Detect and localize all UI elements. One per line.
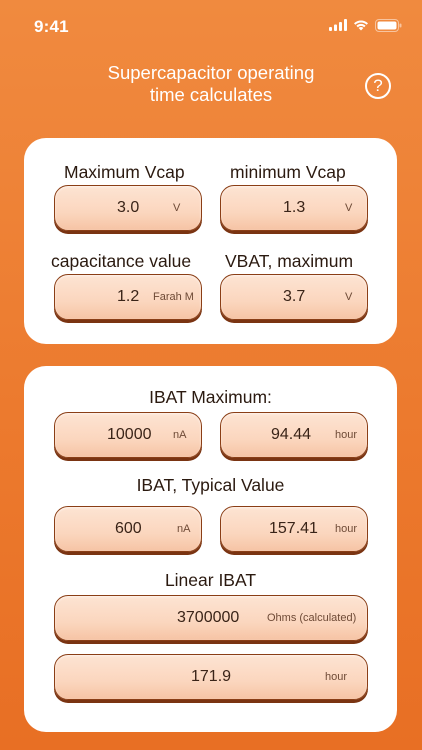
title-line-2: time calculates: [149, 84, 273, 105]
min-vcap-unit: V: [345, 202, 353, 214]
wifi-icon: [354, 20, 368, 31]
vbat-max-label: VBAT, maximum: [225, 251, 354, 271]
ibat-max-label: IBAT Maximum:: [149, 387, 272, 407]
min-vcap-label: minimum Vcap: [230, 162, 346, 182]
ibat-typ-time-unit: hour: [335, 523, 358, 535]
status-time: 9:41: [34, 17, 69, 36]
vbat-max-input[interactable]: 3.7 V: [220, 274, 368, 320]
ibat-max-time-unit: hour: [335, 429, 358, 441]
ibat-max-input[interactable]: 10000 nA: [54, 412, 202, 458]
vbat-max-value: 3.7: [283, 288, 306, 305]
linear-ohms-unit: Ohms (calculated): [267, 612, 357, 624]
max-vcap-input[interactable]: 3.0 V: [54, 185, 202, 231]
min-vcap-value: 1.3: [283, 199, 306, 216]
ibat-typ-input[interactable]: 600 nA: [54, 506, 202, 552]
page-title: Supercapacitor operating time calculates: [60, 62, 362, 106]
ibat-max-time-output: 94.44 hour: [220, 412, 368, 458]
battery-icon: [375, 18, 402, 32]
ibat-typ-time-output: 157.41 hour: [220, 506, 368, 552]
status-bar: 9:41: [0, 0, 422, 54]
ibat-typ-label: IBAT, Typical Value: [136, 475, 285, 495]
ibat-typ-time-value: 157.41: [269, 520, 318, 537]
max-vcap-value: 3.0: [117, 199, 140, 216]
linear-ibat-label: Linear IBAT: [164, 570, 257, 590]
capacitance-unit: Farah M: [153, 291, 194, 303]
capacitance-input[interactable]: 1.2 Farah M: [54, 274, 202, 320]
vbat-max-unit: V: [345, 291, 353, 303]
capacitance-label: capacitance value: [51, 251, 192, 271]
linear-time-value: 171.9: [191, 668, 232, 685]
max-vcap-unit: V: [173, 202, 181, 214]
min-vcap-input[interactable]: 1.3 V: [220, 185, 368, 231]
ibat-typ-unit: nA: [177, 523, 191, 535]
linear-time-output: 171.9 hour: [54, 654, 368, 700]
signal-icon: [329, 19, 347, 31]
ibat-typ-value: 600: [115, 520, 142, 537]
linear-time-unit: hour: [325, 671, 348, 683]
linear-ohms-output: 3700000 Ohms (calculated): [54, 595, 368, 641]
title-line-1: Supercapacitor operating: [107, 62, 315, 83]
ibat-max-unit: nA: [173, 429, 187, 441]
input-card: Maximum Vcap minimum Vcap 3.0 V 1.3 V ca…: [24, 138, 397, 344]
ibat-max-value: 10000: [107, 426, 152, 443]
status-icons: [329, 18, 402, 32]
ibat-max-time-value: 94.44: [271, 426, 312, 443]
results-card: IBAT Maximum: 10000 nA 94.44 hour IBAT, …: [24, 366, 397, 732]
help-button[interactable]: ?: [365, 73, 391, 99]
capacitance-value: 1.2: [117, 288, 140, 305]
header: Supercapacitor operating time calculates: [0, 60, 422, 110]
question-icon: ?: [373, 76, 383, 95]
linear-ohms-value: 3700000: [177, 609, 240, 626]
max-vcap-label: Maximum Vcap: [64, 162, 185, 182]
